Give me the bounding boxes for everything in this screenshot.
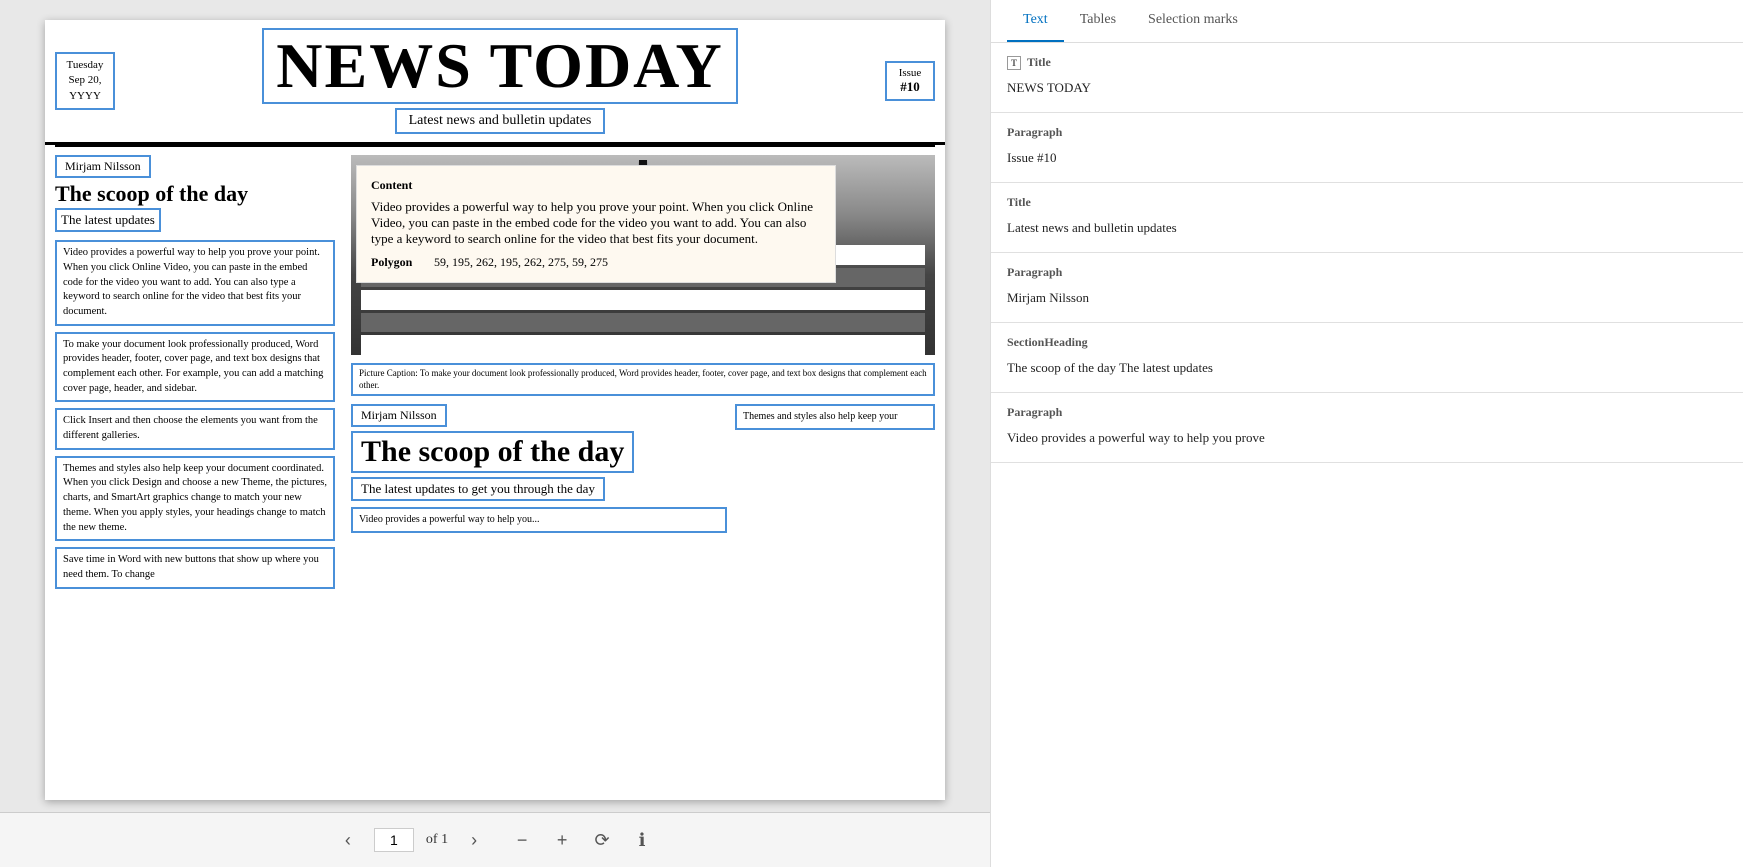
panel-section-value-5: Video provides a powerful way to help yo… (1007, 426, 1727, 450)
panel-section-value-4: The scoop of the day The latest updates (1007, 356, 1727, 380)
info-button[interactable]: ℹ (628, 826, 656, 854)
panel-section-label-3: Paragraph (1007, 265, 1727, 280)
right-preview: Themes and styles also help keep your (735, 404, 935, 430)
section-heading-left: The scoop of the day (55, 182, 335, 206)
center-column: Content Video provides a powerful way to… (345, 155, 935, 595)
panel-section-value-2: Latest news and bulletin updates (1007, 216, 1727, 240)
news-title: NEWS TODAY (262, 28, 737, 104)
toolbar: ‹ of 1 › − + ⟳ ℹ (0, 812, 990, 867)
paragraph-5: Save time in Word with new buttons that … (55, 547, 335, 588)
paragraph-1: Video provides a powerful way to help yo… (55, 240, 335, 325)
page-input[interactable] (374, 828, 414, 852)
picture-caption: Picture Caption: To make your document l… (351, 363, 935, 396)
author-badge-bottom: Mirjam Nilsson (351, 404, 447, 427)
tooltip-polygon-value: 59, 195, 262, 195, 262, 275, 59, 275 (434, 255, 608, 270)
section-subheading-large: The latest updates to get you through th… (351, 477, 605, 501)
title-center: NEWS TODAY Latest news and bulletin upda… (123, 28, 877, 134)
newspaper: Tuesday Sep 20, YYYY NEWS TODAY Latest n… (45, 20, 945, 800)
news-subtitle: Latest news and bulletin updates (395, 108, 606, 134)
title-icon: T (1007, 56, 1021, 70)
stripe (361, 290, 925, 310)
news-header: Tuesday Sep 20, YYYY NEWS TODAY Latest n… (45, 20, 945, 145)
panel-section-value-0: NEWS TODAY (1007, 76, 1727, 100)
content-tooltip: Content Video provides a powerful way to… (356, 165, 836, 283)
paragraph-3: Click Insert and then choose the element… (55, 408, 335, 449)
panel-section-4: SectionHeading The scoop of the day The … (991, 323, 1743, 393)
tooltip-polygon-label: Polygon (371, 255, 426, 270)
second-left: Mirjam Nilsson The scoop of the day The … (351, 404, 727, 533)
section-heading-large: The scoop of the day (351, 431, 634, 473)
panel-tabs: Text Tables Selection marks (991, 0, 1743, 43)
document-viewer: Tuesday Sep 20, YYYY NEWS TODAY Latest n… (0, 0, 990, 867)
issue-num: #10 (893, 79, 927, 95)
paragraph-4: Themes and styles also help keep your do… (55, 456, 335, 541)
doc-area: Tuesday Sep 20, YYYY NEWS TODAY Latest n… (0, 0, 990, 812)
tooltip-content-text: Video provides a powerful way to help yo… (371, 199, 813, 246)
tab-selection-marks[interactable]: Selection marks (1132, 0, 1254, 42)
next-button[interactable]: › (460, 826, 488, 854)
stripe (361, 313, 925, 333)
date-box: Tuesday Sep 20, YYYY (55, 52, 115, 110)
news-body: Mirjam Nilsson The scoop of the day The … (45, 147, 945, 603)
second-right: Themes and styles also help keep your (735, 404, 935, 533)
panel-section-label-5: Paragraph (1007, 405, 1727, 420)
panel-section-label-1: Paragraph (1007, 125, 1727, 140)
prev-button[interactable]: ‹ (334, 826, 362, 854)
panel-section-label-0: T Title (1007, 55, 1727, 70)
issue-label: Issue (893, 67, 927, 79)
panel-section-value-1: Issue #10 (1007, 146, 1727, 170)
right-panel: Text Tables Selection marks T Title NEWS… (990, 0, 1743, 867)
panel-section-0: T Title NEWS TODAY (991, 43, 1743, 113)
toolbar-zoom: − + ⟳ ℹ (508, 826, 656, 854)
second-section: Mirjam Nilsson The scoop of the day The … (351, 404, 935, 533)
panel-section-3: Paragraph Mirjam Nilsson (991, 253, 1743, 323)
panel-content: T Title NEWS TODAY Paragraph Issue #10 T… (991, 43, 1743, 867)
tooltip-content-label: Content (371, 178, 821, 193)
section-subheading-left: The latest updates (55, 208, 161, 232)
panel-section-label-4: SectionHeading (1007, 335, 1727, 350)
author-badge-top: Mirjam Nilsson (55, 155, 151, 178)
stripe (361, 335, 925, 355)
panel-section-2: Title Latest news and bulletin updates (991, 183, 1743, 253)
panel-section-value-3: Mirjam Nilsson (1007, 286, 1727, 310)
issue-box: Issue #10 (885, 61, 935, 101)
left-column: Mirjam Nilsson The scoop of the day The … (55, 155, 345, 595)
tab-tables[interactable]: Tables (1064, 0, 1132, 42)
tooltip-polygon-row: Polygon 59, 195, 262, 195, 262, 275, 59,… (371, 255, 821, 270)
content-preview-bottom: Video provides a powerful way to help yo… (351, 507, 727, 533)
toolbar-nav: ‹ of 1 › (334, 826, 488, 854)
tab-text[interactable]: Text (1007, 0, 1064, 42)
zoom-out-button[interactable]: − (508, 826, 536, 854)
image-area: Content Video provides a powerful way to… (351, 155, 935, 355)
rotate-button[interactable]: ⟳ (588, 826, 616, 854)
zoom-in-button[interactable]: + (548, 826, 576, 854)
panel-section-1: Paragraph Issue #10 (991, 113, 1743, 183)
panel-section-label-2: Title (1007, 195, 1727, 210)
paragraph-2: To make your document look professionall… (55, 332, 335, 403)
panel-section-5: Paragraph Video provides a powerful way … (991, 393, 1743, 463)
page-of-label: of 1 (426, 832, 448, 848)
